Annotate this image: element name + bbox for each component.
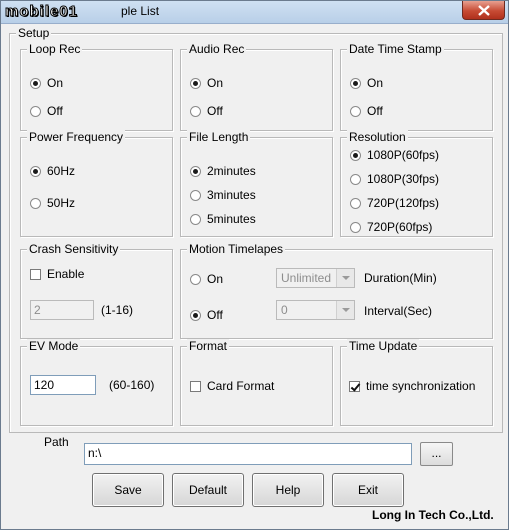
chevron-down-icon <box>336 269 354 287</box>
card-format-checkbox[interactable]: Card Format <box>190 379 274 393</box>
title-bar: mobile01 ple List <box>1 1 508 24</box>
file-length-3min-radio[interactable]: 3minutes <box>190 188 256 202</box>
crash-sensitivity-enable-checkbox[interactable]: Enable <box>30 267 84 281</box>
radio-unselected-icon <box>350 174 361 185</box>
close-icon <box>478 5 490 16</box>
help-button[interactable]: Help <box>252 473 324 507</box>
format-label: Format <box>187 339 230 353</box>
interval-label: Interval(Sec) <box>364 304 433 318</box>
duration-select[interactable]: Unlimited <box>276 268 355 288</box>
motion-timelapes-on-radio[interactable]: On <box>190 272 223 286</box>
power-frequency-label: Power Frequency <box>27 130 126 144</box>
close-button[interactable] <box>462 1 505 20</box>
ev-mode-label: EV Mode <box>27 339 81 353</box>
power-frequency-60hz-radio[interactable]: 60Hz <box>30 164 75 178</box>
audio-rec-label: Audio Rec <box>187 42 247 56</box>
crash-sensitivity-group: Crash Sensitivity Enable 2 (1-16) <box>20 242 173 339</box>
company-name: Long In Tech Co.,Ltd. <box>372 508 494 522</box>
file-length-5min-radio[interactable]: 5minutes <box>190 212 256 226</box>
crash-sensitivity-range: (1-16) <box>101 303 134 317</box>
ev-mode-group: EV Mode 120 (60-160) <box>20 339 173 426</box>
radio-selected-icon <box>190 166 201 177</box>
browse-button[interactable]: ... <box>420 442 453 466</box>
file-length-group: File Length 2minutes 3minutes 5minutes <box>180 130 333 237</box>
motion-timelapes-off-radio[interactable]: Off <box>190 308 223 322</box>
radio-unselected-icon <box>350 198 361 209</box>
mobile01-logo: mobile01 <box>5 3 79 21</box>
loop-rec-off-radio[interactable]: Off <box>30 104 63 118</box>
motion-timelapes-label: Motion Timelapes <box>187 242 286 256</box>
radio-unselected-icon <box>190 106 201 117</box>
save-button[interactable]: Save <box>92 473 164 507</box>
path-label: Path <box>44 435 69 449</box>
time-sync-checkbox[interactable]: time synchronization <box>349 379 475 393</box>
radio-unselected-icon <box>350 106 361 117</box>
checkbox-unchecked-icon <box>30 269 41 280</box>
file-length-label: File Length <box>187 130 251 144</box>
exit-button[interactable]: Exit <box>332 473 404 507</box>
path-field[interactable]: n:\ <box>84 443 412 465</box>
chevron-down-icon <box>336 301 354 319</box>
radio-selected-icon <box>350 150 361 161</box>
radio-selected-icon <box>350 78 361 89</box>
audio-rec-off-radio[interactable]: Off <box>190 104 223 118</box>
radio-selected-icon <box>190 78 201 89</box>
radio-unselected-icon <box>350 222 361 233</box>
checkmark-icon <box>349 381 360 392</box>
date-time-stamp-group: Date Time Stamp On Off <box>340 42 493 131</box>
radio-unselected-icon <box>30 198 41 209</box>
resolution-group: Resolution 1080P(60fps) 1080P(30fps) 720… <box>340 130 493 237</box>
loop-rec-on-radio[interactable]: On <box>30 76 63 90</box>
motion-timelapes-group: Motion Timelapes On Off Unlimited Durati… <box>180 242 493 339</box>
setup-label: Setup <box>16 26 52 40</box>
date-time-stamp-label: Date Time Stamp <box>347 42 444 56</box>
radio-unselected-icon <box>190 274 201 285</box>
time-update-group: Time Update time synchronization <box>340 339 493 426</box>
format-group: Format Card Format <box>180 339 333 426</box>
setup-group: Setup Loop Rec On Off Audio Rec On Off D… <box>9 26 503 433</box>
radio-unselected-icon <box>190 190 201 201</box>
crash-sensitivity-label: Crash Sensitivity <box>27 242 121 256</box>
file-length-2min-radio[interactable]: 2minutes <box>190 164 256 178</box>
loop-rec-label: Loop Rec <box>27 42 83 56</box>
resolution-720p120-radio[interactable]: 720P(120fps) <box>350 196 439 210</box>
interval-select[interactable]: 0 <box>276 300 355 320</box>
radio-unselected-icon <box>190 214 201 225</box>
power-frequency-50hz-radio[interactable]: 50Hz <box>30 196 75 210</box>
radio-unselected-icon <box>30 106 41 117</box>
crash-sensitivity-field[interactable]: 2 <box>30 300 94 320</box>
time-update-label: Time Update <box>347 339 420 353</box>
radio-selected-icon <box>190 310 201 321</box>
radio-selected-icon <box>30 166 41 177</box>
resolution-1080p60-radio[interactable]: 1080P(60fps) <box>350 148 439 162</box>
duration-label: Duration(Min) <box>364 271 437 285</box>
settings-window: mobile01 ple List Setup Loop Rec On Off … <box>0 0 509 530</box>
date-time-stamp-off-radio[interactable]: Off <box>350 104 383 118</box>
ev-mode-field[interactable]: 120 <box>30 375 96 395</box>
resolution-1080p30-radio[interactable]: 1080P(30fps) <box>350 172 439 186</box>
resolution-label: Resolution <box>347 130 408 144</box>
radio-selected-icon <box>30 78 41 89</box>
window-title: ple List <box>121 4 160 18</box>
power-frequency-group: Power Frequency 60Hz 50Hz <box>20 130 173 237</box>
audio-rec-group: Audio Rec On Off <box>180 42 333 131</box>
default-button[interactable]: Default <box>172 473 244 507</box>
resolution-720p60-radio[interactable]: 720P(60fps) <box>350 220 432 234</box>
date-time-stamp-on-radio[interactable]: On <box>350 76 383 90</box>
audio-rec-on-radio[interactable]: On <box>190 76 223 90</box>
loop-rec-group: Loop Rec On Off <box>20 42 173 131</box>
ev-mode-range: (60-160) <box>109 378 155 392</box>
checkbox-unchecked-icon <box>190 381 201 392</box>
